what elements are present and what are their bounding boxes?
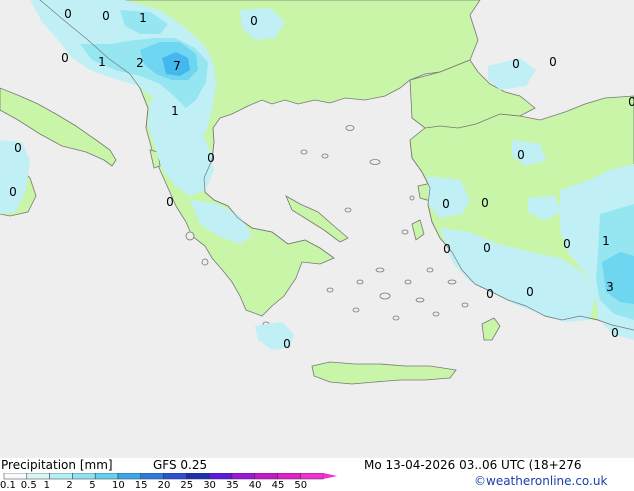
precip-value-label: 1: [602, 234, 610, 248]
precip-value-label: 1: [98, 55, 106, 69]
legend-tick-label: 1: [43, 480, 50, 491]
map-footer: Precipitation [mm] GFS 0.25 Mo 13-04-202…: [0, 458, 634, 491]
legend-swatch: [254, 473, 278, 480]
legend-tick-label: 45: [271, 480, 285, 491]
legend-tick-label: 5: [89, 480, 96, 491]
legend-tick-label: 10: [112, 480, 125, 491]
precip-value-label: 0: [563, 237, 571, 251]
map-title: Precipitation [mm]: [1, 458, 113, 472]
precipitation-map: 0 0 1 0 0 1 2 7 0 0 0 1 0 0 0 0 0 0 0 0 0 0 1 3 0 0 0 0: [0, 0, 634, 458]
legend-tick-label: 0.5: [20, 480, 37, 491]
legend-tick-label: 50: [294, 480, 308, 491]
precip-value-label: 0: [517, 148, 525, 162]
precip-value-label: 0: [64, 7, 72, 21]
precip-value-label: 0: [14, 141, 22, 155]
legend-swatch: [117, 473, 142, 480]
precip-value-label: 0: [481, 196, 489, 210]
precip-value-label: 0: [442, 197, 450, 211]
legend-tick-label: 25: [180, 480, 194, 491]
precip-value-label: 0: [611, 326, 619, 340]
legend-swatch: [208, 473, 233, 480]
precip-value-label: 0: [526, 285, 534, 299]
precip-value-label: 1: [171, 104, 179, 118]
legend-swatch: [3, 473, 28, 480]
precip-value-label: 0: [628, 95, 634, 109]
legend-tick-label: 0.1: [0, 480, 16, 491]
precip-value-label: 0: [486, 287, 494, 301]
legend-swatch: [300, 473, 324, 480]
precip-value-label: 0: [549, 55, 557, 69]
model-name: GFS 0.25: [153, 458, 208, 472]
legend-tick-label: 35: [226, 480, 239, 491]
precip-value-label: 0: [61, 51, 69, 65]
legend-swatch: [186, 473, 210, 480]
legend-swatch: [26, 473, 50, 480]
legend-tick-label: 40: [248, 480, 262, 491]
legend-swatch: [94, 473, 119, 480]
legend-swatch: [231, 473, 256, 480]
copyright-link[interactable]: ©weatheronline.co.uk: [474, 474, 607, 488]
precip-value-label: 0: [166, 195, 174, 209]
legend-swatch: [72, 473, 96, 480]
precip-value-label: 0: [483, 241, 491, 255]
legend-tick-label: 15: [134, 480, 148, 491]
forecast-datetime: Mo 13-04-2026 03..06 UTC (18+276: [364, 458, 582, 472]
legend-swatch: [277, 473, 301, 480]
legend-swatch: [140, 473, 164, 480]
precip-value-label: 0: [9, 185, 17, 199]
precip-value-label: 7: [173, 59, 181, 73]
precip-value-label: 0: [102, 9, 110, 23]
legend-swatch: [49, 473, 73, 480]
precip-value-label: 0: [283, 337, 291, 351]
legend-tick-label: 20: [157, 480, 171, 491]
precip-value-label: 0: [207, 151, 215, 165]
legend-tick-label: 2: [66, 480, 73, 491]
precip-value-label: 2: [136, 56, 144, 70]
legend-swatch: [163, 473, 187, 480]
legend-tick-label: 30: [203, 480, 216, 491]
precip-value-label: 0: [250, 14, 258, 28]
precip-value-label: 0: [443, 242, 451, 256]
precip-value-label: 3: [606, 280, 614, 294]
precip-value-label: 0: [512, 57, 520, 71]
precip-value-label: 1: [139, 11, 147, 25]
legend-arrow: [323, 473, 338, 479]
